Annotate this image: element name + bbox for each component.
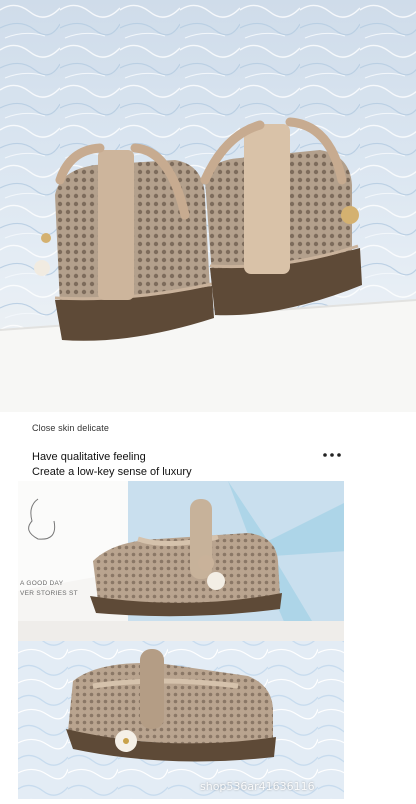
box-print-line-2: VER STORIES ST [20, 590, 78, 597]
more-dots-icon[interactable] [321, 449, 343, 463]
watermark: shop536ar41636116 [200, 780, 315, 793]
headline-line-1: Have qualitative feeling [32, 451, 146, 463]
headline: Have qualitative feeling Create a low-ke… [32, 450, 192, 480]
shoes-back-illustration [0, 0, 416, 412]
box-print-line-1: A GOOD DAY [20, 580, 64, 587]
caption-text: Close skin delicate [32, 423, 109, 433]
headline-line-2: Create a low-key sense of luxury [32, 466, 192, 478]
product-photo-back-view [0, 0, 416, 412]
product-photo-side-view: A GOOD DAY VER STORIES ST [18, 481, 344, 799]
shoes-side-illustration: A GOOD DAY VER STORIES ST [18, 481, 344, 799]
left-shoe [34, 143, 214, 341]
